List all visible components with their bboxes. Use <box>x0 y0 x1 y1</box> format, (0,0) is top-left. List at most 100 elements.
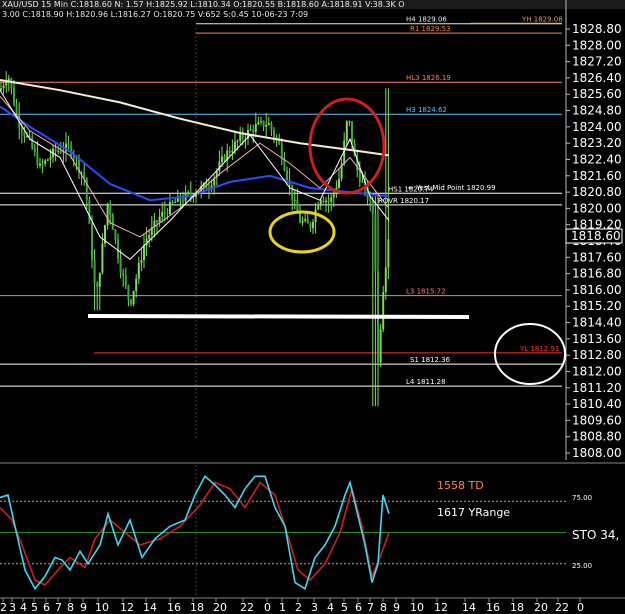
candle-body[interactable] <box>117 239 119 259</box>
candle-body[interactable] <box>221 156 223 163</box>
candle-body[interactable] <box>223 156 226 161</box>
candle-body[interactable] <box>59 150 62 153</box>
candle-body[interactable] <box>345 121 348 141</box>
candle-body[interactable] <box>91 223 93 260</box>
candle-body[interactable] <box>301 220 304 223</box>
candle-body[interactable] <box>119 258 122 273</box>
candle-body[interactable] <box>124 275 127 286</box>
candle-body[interactable] <box>174 201 177 203</box>
candle-body[interactable] <box>249 129 252 131</box>
candle-body[interactable] <box>96 283 99 287</box>
candle-body[interactable] <box>338 178 340 188</box>
candle-body[interactable] <box>382 292 385 330</box>
candle-body[interactable] <box>67 143 70 146</box>
candle-body[interactable] <box>23 131 26 136</box>
candle-body[interactable] <box>148 235 151 239</box>
candle-body[interactable] <box>182 200 184 202</box>
candle-body[interactable] <box>57 150 60 152</box>
candle-body[interactable] <box>252 129 255 132</box>
candle-body[interactable] <box>286 170 288 180</box>
forex-chart[interactable]: XAU/USD 15 Min C:1818.60 N: 1.57 H:1825.… <box>0 0 625 614</box>
candle-body[interactable] <box>322 200 325 203</box>
candle-body[interactable] <box>327 200 330 202</box>
candle-body[interactable] <box>293 199 296 201</box>
candle-body[interactable] <box>234 141 236 151</box>
candle-body[interactable] <box>325 200 327 203</box>
candle-body[interactable] <box>270 123 273 131</box>
candle-body[interactable] <box>319 200 322 206</box>
candle-body[interactable] <box>265 124 268 127</box>
candle-body[interactable] <box>361 181 364 183</box>
candle-body[interactable] <box>122 272 125 276</box>
candle-body[interactable] <box>158 216 161 223</box>
candle-body[interactable] <box>143 245 145 261</box>
candle-body[interactable] <box>132 291 135 305</box>
candle-body[interactable] <box>260 121 262 123</box>
candle-body[interactable] <box>291 184 294 201</box>
candle-body[interactable] <box>330 197 333 202</box>
candle-body[interactable] <box>2 85 5 89</box>
candle-body[interactable] <box>161 211 164 217</box>
candle-body[interactable] <box>374 213 377 272</box>
candle-body[interactable] <box>306 219 309 224</box>
candle-body[interactable] <box>254 124 257 132</box>
candle-body[interactable] <box>387 239 390 268</box>
candle-body[interactable] <box>98 272 101 287</box>
candle-body[interactable] <box>49 157 52 160</box>
candle-body[interactable] <box>101 243 104 273</box>
candle-body[interactable] <box>262 121 265 127</box>
candle-body[interactable] <box>130 299 132 305</box>
candle-body[interactable] <box>93 259 96 284</box>
candle-body[interactable] <box>156 220 158 223</box>
candle-body[interactable] <box>228 150 231 153</box>
candle-body[interactable] <box>231 150 234 153</box>
candle-body[interactable] <box>88 199 91 224</box>
candle-body[interactable] <box>239 134 242 141</box>
candle-body[interactable] <box>135 278 138 292</box>
candle-body[interactable] <box>140 260 143 263</box>
candle-body[interactable] <box>358 170 361 182</box>
candle-body[interactable] <box>267 123 270 125</box>
candle-body[interactable] <box>369 199 372 201</box>
candle-body[interactable] <box>41 163 44 165</box>
candle-body[interactable] <box>39 163 41 166</box>
candle-body[interactable] <box>15 104 18 114</box>
candle-body[interactable] <box>111 214 114 231</box>
candle-body[interactable] <box>44 160 47 164</box>
candle-body[interactable] <box>314 209 317 223</box>
candle-body[interactable] <box>10 78 13 89</box>
candle-body[interactable] <box>304 219 307 221</box>
candle-body[interactable] <box>317 205 320 210</box>
candle-body[interactable] <box>283 159 286 171</box>
candle-body[interactable] <box>54 148 57 152</box>
candle-body[interactable] <box>13 88 15 105</box>
candle-body[interactable] <box>309 223 312 229</box>
candle-body[interactable] <box>114 230 117 240</box>
candle-body[interactable] <box>75 158 78 160</box>
candle-body[interactable] <box>312 222 314 229</box>
candle-body[interactable] <box>241 134 244 139</box>
candle-body[interactable] <box>351 121 353 144</box>
candle-body[interactable] <box>106 203 109 226</box>
candle-body[interactable] <box>0 88 2 91</box>
candle-body[interactable] <box>257 122 260 125</box>
candle-body[interactable] <box>20 127 23 132</box>
candle-body[interactable] <box>187 192 190 194</box>
candle-body[interactable] <box>171 202 174 204</box>
candle-body[interactable] <box>169 202 171 215</box>
candle-body[interactable] <box>332 192 335 198</box>
candle-body[interactable] <box>5 81 8 86</box>
candle-body[interactable] <box>348 121 351 123</box>
candle-body[interactable] <box>384 267 387 293</box>
candle-body[interactable] <box>109 203 112 215</box>
candle-body[interactable] <box>379 329 382 363</box>
candle-body[interactable] <box>163 211 166 213</box>
candle-body[interactable] <box>36 152 39 166</box>
candle-body[interactable] <box>296 199 299 212</box>
candle-body[interactable] <box>273 130 275 137</box>
candle-body[interactable] <box>33 148 36 153</box>
candle-body[interactable] <box>127 285 130 300</box>
candle-body[interactable] <box>166 212 169 215</box>
candle-body[interactable] <box>137 262 140 279</box>
candle-body[interactable] <box>31 137 34 149</box>
